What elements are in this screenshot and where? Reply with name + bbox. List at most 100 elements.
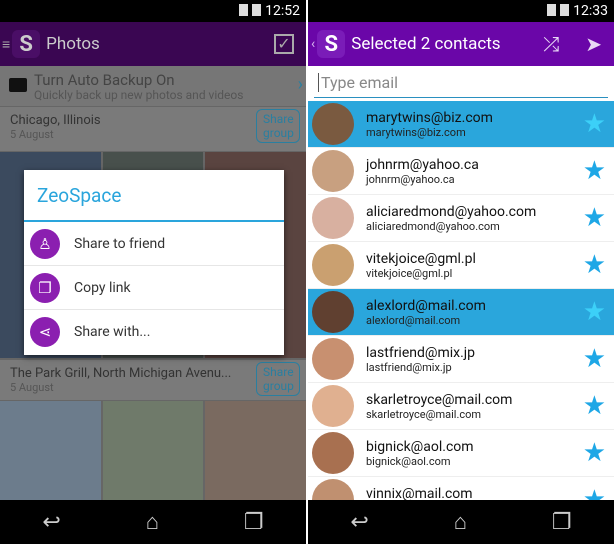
email-input[interactable]: Type email <box>314 68 608 98</box>
star-icon[interactable]: ★ <box>583 156 606 186</box>
shuffle-icon[interactable]: ⤮ <box>543 32 559 56</box>
contact-email: marytwins@biz.com <box>366 125 466 139</box>
menu-item-label: Copy link <box>74 279 131 296</box>
copy-link-icon: ❐ <box>30 272 60 303</box>
contact-text: johnrm@yahoo.ca johnrm@yahoo.ca <box>366 157 583 186</box>
photo[interactable] <box>0 401 101 500</box>
share-with-item[interactable]: ⋖ Share with... <box>24 310 284 354</box>
wifi-icon <box>547 4 557 16</box>
email-placeholder: Type email <box>318 73 398 92</box>
contact-row[interactable]: bignick@aol.com bignick@aol.com ★ <box>308 430 614 477</box>
star-icon[interactable]: ★ <box>583 297 606 327</box>
group-date: 5 August <box>10 381 54 394</box>
contact-row[interactable]: skarletroyce@mail.com skarletroyce@mail.c… <box>308 383 614 430</box>
group-place: The Park Grill, North Michigan Avenu... <box>10 366 232 381</box>
wifi-icon <box>239 4 249 16</box>
star-icon[interactable]: ★ <box>583 250 606 280</box>
photo[interactable] <box>102 401 204 500</box>
contact-name: johnrm@yahoo.ca <box>366 156 479 173</box>
contact-email: bignick@aol.com <box>366 454 451 468</box>
contact-name: bignick@aol.com <box>366 438 474 455</box>
contact-text: marytwins@biz.com marytwins@biz.com <box>366 110 583 139</box>
share-group-button[interactable]: Share group <box>256 109 300 143</box>
avatar <box>312 244 354 286</box>
star-icon[interactable]: ★ <box>583 203 606 233</box>
share-group-button[interactable]: Share group <box>256 362 300 396</box>
back-icon[interactable]: ↩ <box>350 510 368 535</box>
avatar <box>312 197 354 239</box>
photo[interactable] <box>205 401 306 500</box>
action-bar: ‹ S Selected 2 contacts ⤮ ➤ <box>308 22 614 66</box>
battery-icon <box>252 4 262 16</box>
back-chevron-icon[interactable]: ‹ <box>308 36 315 52</box>
photos-screen: 12:52 ≡ S Photos ✓ Turn Auto Backup On Q… <box>0 0 306 544</box>
contact-name: vitekjoice@gml.pl <box>366 250 476 267</box>
avatar <box>312 385 354 427</box>
contact-name: alexlord@mail.com <box>366 297 486 314</box>
clock: 12:33 <box>573 3 608 19</box>
contact-name: aliciaredmond@yahoo.com <box>366 203 537 220</box>
contact-text: bignick@aol.com bignick@aol.com <box>366 439 583 468</box>
contact-row[interactable]: lastfriend@mix.jp lastfriend@mix.jp ★ <box>308 336 614 383</box>
contact-row[interactable]: johnrm@yahoo.ca johnrm@yahoo.ca ★ <box>308 148 614 195</box>
group-date: 5 August <box>10 128 54 141</box>
checkbox-icon[interactable]: ✓ <box>274 34 294 54</box>
action-bar: ≡ S Photos ✓ <box>0 22 306 66</box>
auto-backup-banner[interactable]: Turn Auto Backup On Quickly back up new … <box>0 66 306 106</box>
contact-row[interactable]: aliciaredmond@yahoo.com aliciaredmond@yah… <box>308 195 614 242</box>
contact-email: lastfriend@mix.jp <box>366 360 452 374</box>
contact-text: vitekjoice@gml.pl vitekjoice@gml.pl <box>366 251 583 280</box>
home-icon[interactable]: ⌂ <box>146 509 159 535</box>
recents-icon[interactable]: ❐ <box>244 510 264 535</box>
photo-grid <box>0 401 306 500</box>
star-icon[interactable]: ★ <box>583 344 606 374</box>
avatar <box>312 150 354 192</box>
person-icon: ♙ <box>30 228 60 259</box>
contact-name: lastfriend@mix.jp <box>366 344 475 361</box>
home-icon[interactable]: ⌂ <box>454 509 467 535</box>
group-place: Chicago, Illinois <box>10 113 101 128</box>
star-icon[interactable]: ★ <box>583 391 606 421</box>
contact-text: lastfriend@mix.jp lastfriend@mix.jp <box>366 345 583 374</box>
send-icon[interactable]: ➤ <box>585 32 602 56</box>
contact-email: skarletroyce@mail.com <box>366 407 482 421</box>
star-icon[interactable]: ★ <box>583 109 606 139</box>
contacts-screen: 12:33 ‹ S Selected 2 contacts ⤮ ➤ Type e… <box>308 0 614 544</box>
contact-row[interactable]: vitekjoice@gml.pl vitekjoice@gml.pl ★ <box>308 242 614 289</box>
menu-item-label: Share to friend <box>74 235 166 252</box>
copy-link-item[interactable]: ❐ Copy link <box>24 266 284 310</box>
contact-name: skarletroyce@mail.com <box>366 391 513 408</box>
contact-text: skarletroyce@mail.com skarletroyce@mail.c… <box>366 392 583 421</box>
battery-icon <box>560 4 570 16</box>
contact-row[interactable]: alexlord@mail.com alexlord@mail.com ★ <box>308 289 614 336</box>
camera-icon <box>9 78 27 92</box>
contact-text: aliciaredmond@yahoo.com aliciaredmond@yah… <box>366 204 583 233</box>
back-icon[interactable]: ↩ <box>42 510 60 535</box>
clock: 12:52 <box>265 3 300 19</box>
page-title: Photos <box>46 34 100 54</box>
contact-email: aliciaredmond@yahoo.com <box>366 219 500 233</box>
backup-title: Turn Auto Backup On <box>34 71 175 89</box>
contact-email: johnrm@yahoo.ca <box>366 172 455 186</box>
contact-text: alexlord@mail.com alexlord@mail.com <box>366 298 583 327</box>
avatar <box>312 432 354 474</box>
share-dialog: ZeoSpace ♙ Share to friend ❐ Copy link ⋖ Sh… <box>24 170 284 355</box>
share-to-friend-item[interactable]: ♙ Share to friend <box>24 222 284 266</box>
status-bar: 12:33 <box>308 0 614 22</box>
dialog-title: ZeoSpace <box>24 170 284 222</box>
backup-subtitle: Quickly back up new photos and videos <box>34 88 244 102</box>
avatar <box>312 291 354 333</box>
contact-name: marytwins@biz.com <box>366 109 493 126</box>
status-bar: 12:52 <box>0 0 306 22</box>
nav-bar: ↩ ⌂ ❐ <box>0 500 306 544</box>
share-icon: ⋖ <box>30 317 60 347</box>
avatar <box>312 103 354 145</box>
avatar <box>312 338 354 380</box>
contact-row[interactable]: marytwins@biz.com marytwins@biz.com ★ <box>308 101 614 148</box>
zeospace-logo[interactable]: S <box>317 30 346 58</box>
star-icon[interactable]: ★ <box>583 438 606 468</box>
hamburger-icon[interactable]: ≡ <box>0 36 10 53</box>
recents-icon[interactable]: ❐ <box>552 510 572 535</box>
chevron-right-icon[interactable]: › <box>298 74 303 95</box>
zeospace-logo[interactable]: S <box>12 30 41 58</box>
